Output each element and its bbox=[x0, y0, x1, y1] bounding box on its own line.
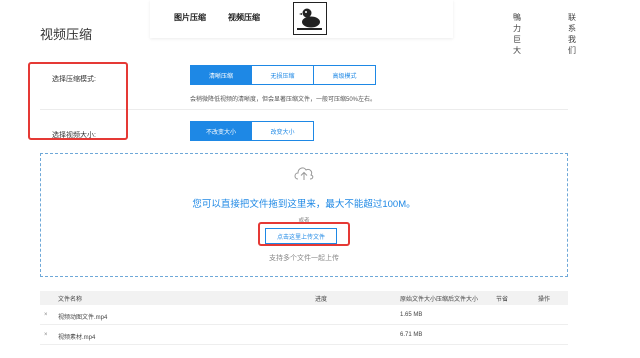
header-compressed-size: 压缩后文件大小 bbox=[436, 297, 479, 303]
table-header: 文件名称 进度 原始文件大小 压缩后文件大小 节省 操作 bbox=[40, 291, 568, 305]
mode-clear-button[interactable]: 清晰压缩 bbox=[190, 65, 252, 85]
mode-advanced-button[interactable]: 高级模式 bbox=[314, 65, 376, 85]
file-name: 视频素材.mp4 bbox=[58, 335, 96, 341]
upload-dropzone[interactable]: 您可以直接把文件拖到这里来，最大不能超过100M。 或者 点击这里上传文件 支持… bbox=[40, 153, 568, 277]
duck-logo-icon[interactable] bbox=[293, 2, 327, 35]
video-size-selector: 不改变大小 改变大小 bbox=[190, 121, 314, 141]
remove-file-icon[interactable]: × bbox=[44, 312, 48, 318]
header-operations: 操作 bbox=[538, 297, 551, 303]
compress-mode-selector: 清晰压缩 无损压缩 高级模式 bbox=[190, 65, 376, 85]
dropzone-multi-hint: 支持多个文件一起上传 bbox=[269, 255, 339, 262]
cloud-upload-icon bbox=[294, 167, 314, 180]
header-saved: 节省 bbox=[496, 297, 509, 303]
header-file-name: 文件名称 bbox=[58, 297, 83, 303]
table-row: × 视频动图文件.mp4 1.65 MB bbox=[40, 305, 568, 325]
size-change-button[interactable]: 改变大小 bbox=[252, 121, 314, 141]
top-nav: 图片压缩 视频压缩 鴨力巨大 联系我们 bbox=[150, 0, 576, 55]
mode-lossless-button[interactable]: 无损压缩 bbox=[252, 65, 314, 85]
header-original-size: 原始文件大小 bbox=[400, 297, 437, 303]
dropzone-message: 您可以直接把文件拖到这里来，最大不能超过100M。 bbox=[192, 199, 416, 210]
file-size: 1.65 MB bbox=[400, 312, 423, 318]
header-progress: 进度 bbox=[315, 297, 328, 303]
compress-mode-hint: 会稍微降低视频的清晰度，但会显著压缩文件，一般可压缩50%左右。 bbox=[190, 97, 377, 103]
file-table: 文件名称 进度 原始文件大小 压缩后文件大小 节省 操作 × 视频动图文件.mp… bbox=[40, 291, 568, 345]
annotation-box-settings bbox=[28, 62, 128, 140]
annotation-box-upload bbox=[258, 222, 350, 246]
remove-file-icon[interactable]: × bbox=[44, 332, 48, 338]
file-size: 6.71 MB bbox=[400, 332, 423, 338]
nav-link-right-1[interactable]: 鴨力巨大 bbox=[513, 12, 521, 56]
size-keep-button[interactable]: 不改变大小 bbox=[190, 121, 252, 141]
file-name: 视频动图文件.mp4 bbox=[58, 315, 108, 321]
nav-image-compress[interactable]: 图片压缩 bbox=[174, 12, 206, 23]
table-row: × 视频素材.mp4 6.71 MB bbox=[40, 325, 568, 345]
nav-contact-us[interactable]: 联系我们 bbox=[568, 12, 576, 56]
nav-video-compress[interactable]: 视频压缩 bbox=[228, 12, 260, 23]
page-title: 视频压缩 bbox=[40, 27, 93, 42]
